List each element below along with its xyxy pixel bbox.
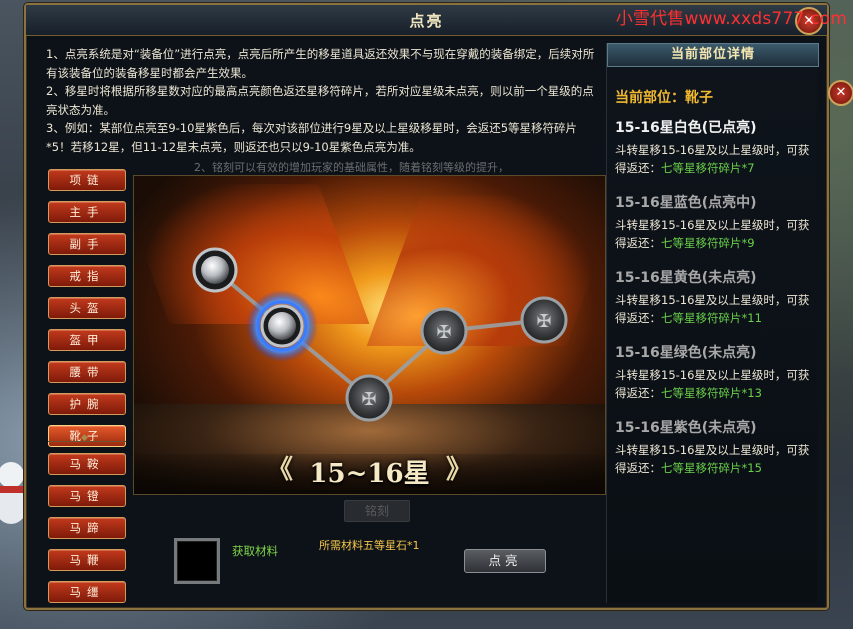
info-text: 1、点亮系统是对“装备位”进行点亮，点亮后所产生的移星道具返还效果不与现在穿戴的… <box>46 45 601 156</box>
slot-details-panel: 当前部位详情 当前部位：靴子 15-16星白色(已点亮) 斗转星移15-16星及… <box>606 43 819 603</box>
equipment-slot-menu: 项链 主手 副手 戒指 头盔 盔甲 腰带 护腕 靴子 <box>48 169 130 457</box>
panel-header: 当前部位详情 <box>607 43 819 67</box>
tier-desc: 斗转星移15-16星及以上星级时，可获得返还：七等星移符碎片*9 <box>615 218 810 250</box>
slot-button-bracer[interactable]: 护腕 <box>48 393 126 415</box>
tier-blue: 15-16星蓝色(点亮中) 斗转星移15-16星及以上星级时，可获得返还：七等星… <box>615 192 815 252</box>
star-constellation-art: ✠ ✠ ✠ 《 15~16星 》 <box>133 175 606 495</box>
star-node-yellow-locked[interactable]: ✠ <box>345 374 393 422</box>
star-level-label: 15~16星 <box>309 459 430 489</box>
ghost-engrave-button: 铭刻 <box>344 500 410 522</box>
slot-button-helmet[interactable]: 头盔 <box>48 297 126 319</box>
info-line-3: 3、例如：某部位点亮至9-10星紫色后，每次对该部位进行9星及以上星级移星时，会… <box>46 121 578 154</box>
lighten-window: 点亮 ✕ 1、点亮系统是对“装备位”进行点亮，点亮后所产生的移星道具返还效果不与… <box>24 3 829 610</box>
tier-reward: 七等星移符碎片*11 <box>661 311 762 325</box>
info-line-2: 2、移星时将根据所移星数对应的最高点亮颜色返还星移符碎片，若所对应星级未点亮，则… <box>46 84 594 117</box>
tier-reward: 七等星移符碎片*7 <box>661 161 755 175</box>
tier-reward: 七等星移符碎片*13 <box>661 386 762 400</box>
menu-divider <box>48 433 126 445</box>
tier-reward: 七等星移符碎片*9 <box>661 236 755 250</box>
material-slot[interactable] <box>174 538 220 584</box>
star-node-blue-lighting[interactable] <box>246 290 318 362</box>
tier-title: 15-16星紫色(未点亮) <box>615 420 757 436</box>
slot-button-necklace[interactable]: 项链 <box>48 169 126 191</box>
next-star-arrow-icon[interactable]: 》 <box>446 449 472 486</box>
slot-button-whip[interactable]: 马鞭 <box>48 549 126 571</box>
svg-text:✠: ✠ <box>536 311 551 332</box>
tier-title: 15-16星黄色(未点亮) <box>615 270 757 286</box>
slot-button-rein[interactable]: 马缰 <box>48 581 126 603</box>
svg-text:✠: ✠ <box>436 322 451 343</box>
tier-purple: 15-16星紫色(未点亮) 斗转星移15-16星及以上星级时，可获得返还：七等星… <box>615 417 815 477</box>
tier-desc: 斗转星移15-16星及以上星级时，可获得返还：七等星移符碎片*11 <box>615 293 810 325</box>
tier-title: 15-16星绿色(未点亮) <box>615 345 757 361</box>
slot-button-ring[interactable]: 戒指 <box>48 265 126 287</box>
tier-title: 15-16星蓝色(点亮中) <box>615 195 757 211</box>
tier-yellow: 15-16星黄色(未点亮) 斗转星移15-16星及以上星级时，可获得返还：七等星… <box>615 267 815 327</box>
tier-title: 15-16星白色(已点亮) <box>615 120 757 136</box>
slot-button-offhand[interactable]: 副手 <box>48 233 126 255</box>
star-node-purple-locked[interactable]: ✠ <box>520 296 568 344</box>
info-line-1: 1、点亮系统是对“装备位”进行点亮，点亮后所产生的移星道具返还效果不与现在穿戴的… <box>46 47 595 80</box>
slot-button-stirrup[interactable]: 马镫 <box>48 485 126 507</box>
constellation-lines: ✠ ✠ ✠ <box>192 247 568 422</box>
tier-desc: 斗转星移15-16星及以上星级时，可获得返还：七等星移符碎片*15 <box>615 443 810 475</box>
current-slot-label: 当前部位：靴子 <box>615 90 713 106</box>
required-material-text: 所需材料五等星石*1 <box>319 539 420 552</box>
slot-button-mainhand[interactable]: 主手 <box>48 201 126 223</box>
star-node-white-lit[interactable] <box>192 247 238 293</box>
tier-white: 15-16星白色(已点亮) 斗转星移15-16星及以上星级时，可获得返还：七等星… <box>615 117 815 177</box>
tier-desc: 斗转星移15-16星及以上星级时，可获得返还：七等星移符碎片*7 <box>615 143 810 175</box>
tier-green: 15-16星绿色(未点亮) 斗转星移15-16星及以上星级时，可获得返还：七等星… <box>615 342 815 402</box>
tier-desc: 斗转星移15-16星及以上星级时，可获得返还：七等星移符碎片*13 <box>615 368 810 400</box>
mount-slot-menu: 马鞍 马镫 马蹄 马鞭 马缰 <box>48 453 130 613</box>
slot-button-saddle[interactable]: 马鞍 <box>48 453 126 475</box>
ghost-text: 2、铭刻可以有效的增加玩家的基础属性，随着铭刻等级的提升， <box>194 161 509 174</box>
slot-button-horseshoe[interactable]: 马蹄 <box>48 517 126 539</box>
get-material-link[interactable]: 获取材料 <box>232 543 278 559</box>
background-close-icon[interactable]: ✕ <box>828 80 853 106</box>
seller-watermark: 小雪代售www.xxds777.com <box>615 9 847 29</box>
slot-button-belt[interactable]: 腰带 <box>48 361 126 383</box>
star-node-green-locked[interactable]: ✠ <box>420 307 468 355</box>
tier-reward: 七等星移符碎片*15 <box>661 461 762 475</box>
slot-button-armor[interactable]: 盔甲 <box>48 329 126 351</box>
light-up-button[interactable]: 点亮 <box>464 549 546 573</box>
svg-text:✠: ✠ <box>361 389 376 410</box>
